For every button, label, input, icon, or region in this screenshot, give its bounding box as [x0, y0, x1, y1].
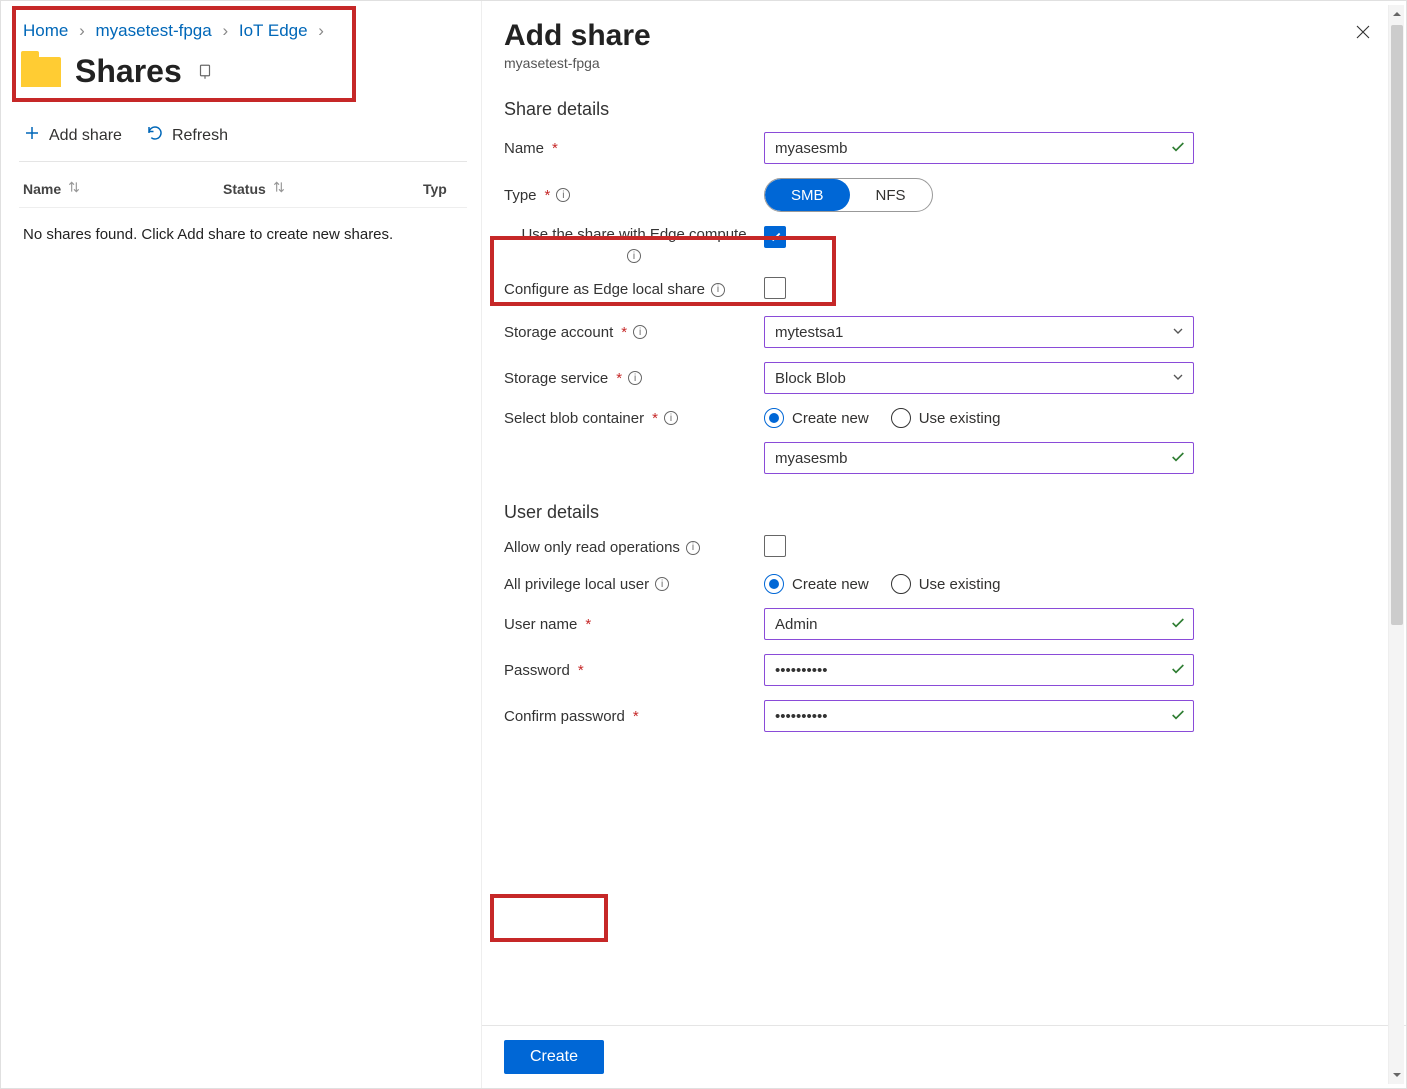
blob-use-existing-radio[interactable]: Use existing	[891, 408, 1001, 428]
valid-icon	[1170, 661, 1186, 677]
col-status-label: Status	[223, 181, 266, 197]
confirm-password-label: Confirm password	[504, 708, 625, 725]
crumb-iotedge[interactable]: IoT Edge	[239, 21, 308, 40]
folder-icon	[21, 57, 61, 87]
empty-state: No shares found. Click Add share to crea…	[19, 208, 467, 261]
info-icon[interactable]: i	[711, 283, 725, 297]
pin-icon[interactable]	[196, 63, 214, 81]
storage-service-label: Storage service	[504, 370, 608, 387]
col-status[interactable]: Status	[223, 180, 423, 197]
priv-user-label: All privilege local user	[504, 576, 649, 593]
scrollbar[interactable]	[1388, 5, 1404, 1084]
user-create-new-radio[interactable]: Create new	[764, 574, 869, 594]
valid-icon	[1170, 707, 1186, 723]
panel-subtitle: myasetest-fpga	[504, 55, 651, 71]
add-share-label: Add share	[49, 127, 122, 145]
password-label: Password	[504, 662, 570, 679]
chevron-down-icon	[1170, 323, 1186, 342]
valid-icon	[1170, 139, 1186, 155]
breadcrumb: Home › myasetest-fpga › IoT Edge ›	[19, 11, 467, 47]
sort-icon	[272, 180, 286, 197]
plus-icon	[23, 124, 41, 147]
page-title: Shares	[75, 53, 182, 90]
valid-icon	[1170, 449, 1186, 465]
user-use-existing-radio[interactable]: Use existing	[891, 574, 1001, 594]
username-label: User name	[504, 616, 577, 633]
refresh-label: Refresh	[172, 127, 228, 145]
info-icon[interactable]: i	[664, 411, 678, 425]
scroll-thumb[interactable]	[1391, 25, 1403, 625]
storage-account-label: Storage account	[504, 324, 613, 341]
chevron-right-icon: ›	[318, 21, 324, 40]
info-icon[interactable]: i	[633, 325, 647, 339]
storage-service-select[interactable]	[764, 362, 1194, 394]
col-type-label: Typ	[423, 181, 447, 197]
col-name-label: Name	[23, 181, 61, 197]
panel-title: Add share	[504, 19, 651, 53]
col-type[interactable]: Typ	[423, 180, 463, 197]
edge-compute-label: Use the share with Edge compute	[521, 226, 746, 243]
scroll-up-icon[interactable]	[1389, 5, 1404, 23]
local-share-checkbox[interactable]	[764, 277, 786, 299]
chevron-down-icon	[1170, 369, 1186, 388]
type-label: Type	[504, 187, 537, 204]
name-input[interactable]	[764, 132, 1194, 164]
password-input[interactable]	[764, 654, 1194, 686]
add-share-panel: Add share myasetest-fpga Share details N…	[481, 1, 1406, 1088]
readonly-label: Allow only read operations	[504, 539, 680, 556]
info-icon[interactable]: i	[628, 371, 642, 385]
refresh-button[interactable]: Refresh	[146, 124, 228, 147]
readonly-checkbox[interactable]	[764, 535, 786, 557]
info-icon[interactable]: i	[556, 188, 570, 202]
add-share-button[interactable]: Add share	[23, 124, 122, 147]
col-name[interactable]: Name	[23, 180, 223, 197]
section-user-details: User details	[504, 502, 1376, 523]
scroll-down-icon[interactable]	[1389, 1066, 1404, 1084]
close-button[interactable]	[1350, 19, 1376, 48]
type-nfs[interactable]: NFS	[850, 179, 932, 211]
sort-icon	[67, 180, 81, 197]
local-share-label: Configure as Edge local share	[504, 281, 705, 298]
type-toggle: SMB NFS	[764, 178, 933, 212]
blob-create-new-radio[interactable]: Create new	[764, 408, 869, 428]
info-icon[interactable]: i	[627, 249, 641, 263]
toolbar: Add share Refresh	[19, 114, 467, 162]
storage-account-select[interactable]	[764, 316, 1194, 348]
confirm-password-input[interactable]	[764, 700, 1194, 732]
info-icon[interactable]: i	[655, 577, 669, 591]
section-share-details: Share details	[504, 99, 1376, 120]
crumb-home[interactable]: Home	[23, 21, 68, 40]
crumb-device[interactable]: myasetest-fpga	[96, 21, 212, 40]
blob-container-input[interactable]	[764, 442, 1194, 474]
edge-compute-checkbox[interactable]	[764, 226, 786, 248]
type-smb[interactable]: SMB	[765, 179, 850, 211]
chevron-right-icon: ›	[79, 21, 85, 40]
info-icon[interactable]: i	[686, 541, 700, 555]
username-input[interactable]	[764, 608, 1194, 640]
blob-container-label: Select blob container	[504, 410, 644, 427]
create-button[interactable]: Create	[504, 1040, 604, 1074]
valid-icon	[1170, 615, 1186, 631]
refresh-icon	[146, 124, 164, 147]
name-label: Name	[504, 140, 544, 157]
chevron-right-icon: ›	[222, 21, 228, 40]
